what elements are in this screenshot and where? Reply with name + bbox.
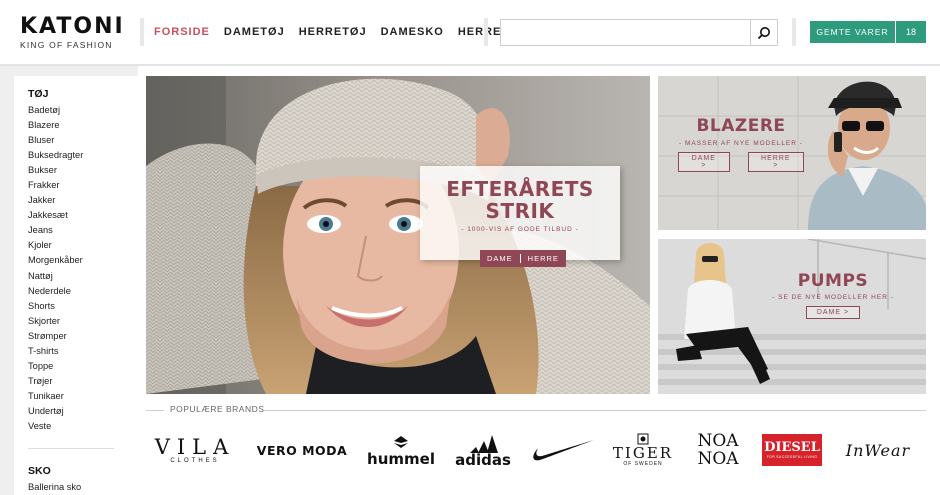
nav-dametoj[interactable]: DAMETØJ <box>224 26 285 38</box>
brand-tiger[interactable]: TIGER OF SWEDEN <box>608 425 678 475</box>
brand-nike[interactable] <box>530 425 596 475</box>
brand-inwear[interactable]: InWear <box>836 425 920 475</box>
brand-diesel[interactable]: DIESEL FOR SUCCESSFUL LIVING <box>760 425 824 475</box>
sidebar-heading-sko[interactable]: SKO <box>28 465 138 477</box>
pumps-button-group: DAME > <box>768 306 898 319</box>
sidebar-item-toj-14[interactable]: Skjorter <box>28 314 138 329</box>
pumps-promo-tile[interactable]: PUMPS - SE DE NYE MODELLER HER - DAME > <box>658 239 926 394</box>
hero-banner[interactable]: EFTERÅRETS STRIK - 1000-VIS AF GODE TILB… <box>146 76 650 394</box>
sidebar-list-sko: Ballerina sko <box>28 480 138 495</box>
sidebar-list-toj: Badetøj Blazere Bluser Buksedragter Bukser Fr… <box>28 103 138 434</box>
sidebar-item-toj-7[interactable]: Jakkesæt <box>28 208 138 223</box>
brand-noa-noa-name: NOA NOA <box>697 431 739 469</box>
brand-tiger-sub: OF SWEDEN <box>623 461 663 467</box>
search-input[interactable] <box>501 20 751 45</box>
brand-adidas-name: adidas <box>455 450 511 469</box>
brand-tiger-name: TIGER <box>612 444 674 462</box>
brand-diesel-name: DIESEL <box>764 440 820 455</box>
saved-items-count[interactable]: 18 <box>896 21 926 43</box>
brand-vila-name: VILA <box>154 434 236 459</box>
sidebar-item-toj-12[interactable]: Nederdele <box>28 284 138 299</box>
sidebar-item-toj-19[interactable]: Tunikaer <box>28 389 138 404</box>
brand-vila-sub: CLOTHES <box>170 457 220 464</box>
brand-hummel-name: hummel <box>367 449 435 468</box>
sidebar-item-toj-2[interactable]: Bluser <box>28 133 138 148</box>
hero-dame-button[interactable]: DAME <box>487 254 513 263</box>
nav-forside[interactable]: FORSIDE <box>154 26 210 38</box>
brands-header: POPULÆRE BRANDS <box>146 404 926 416</box>
hero-herre-button[interactable]: HERRE <box>528 254 559 263</box>
hero-button-separator <box>519 254 521 263</box>
sidebar-item-toj-3[interactable]: Buksedragter <box>28 148 138 163</box>
nav-herretoj[interactable]: HERRETØJ <box>299 26 367 38</box>
sidebar-item-toj-11[interactable]: Nattøj <box>28 269 138 284</box>
main-nav: FORSIDE DAMETØJ HERRETØJ DAMESKO HERRESK… <box>154 26 528 38</box>
sidebar-item-toj-18[interactable]: Trøjer <box>28 374 138 389</box>
search-icon <box>757 26 770 39</box>
category-sidebar: TØJ Badetøj Blazere Bluser Buksedragter Buks… <box>14 76 138 495</box>
brand-inwear-name: InWear <box>845 440 911 460</box>
sidebar-item-toj-13[interactable]: Shorts <box>28 299 138 314</box>
brand-vero-moda[interactable]: VERO MODA <box>252 425 352 475</box>
blazer-title: BLAZERE <box>696 116 786 136</box>
header-divider <box>140 18 144 46</box>
brand-vero-moda-name: VERO MODA <box>256 442 348 458</box>
brand-diesel-sub: FOR SUCCESSFUL LIVING <box>766 455 818 459</box>
logo-tagline: KING OF FASHION <box>20 40 113 50</box>
blazer-herre-button[interactable]: HERRE > <box>747 152 804 172</box>
blazer-promo-tile[interactable]: BLAZERE - MASSER AF NYE MODELLER - DAME … <box>658 76 926 230</box>
brand-noa-noa[interactable]: NOA NOA <box>690 425 746 475</box>
sidebar-item-toj-6[interactable]: Jakker <box>28 193 138 208</box>
pumps-promo-text: PUMPS - SE DE NYE MODELLER HER - DAME > <box>768 271 898 319</box>
brands-heading: POPULÆRE BRANDS <box>170 404 265 414</box>
hero-title-line1: EFTERÅRETS <box>446 177 594 201</box>
brand-vila[interactable]: VILA CLOTHES <box>152 425 238 475</box>
site-header: KATONI KING OF FASHION FORSIDE DAMETØJ H… <box>0 0 940 66</box>
search-button[interactable] <box>750 20 777 45</box>
header-divider <box>792 18 796 46</box>
sidebar-item-toj-4[interactable]: Bukser <box>28 163 138 178</box>
blazer-dame-button[interactable]: DAME > <box>678 152 730 172</box>
sidebar-item-toj-10[interactable]: Morgenkåber <box>28 253 138 268</box>
brands-divider-left <box>146 410 164 411</box>
sidebar-item-toj-15[interactable]: Strømper <box>28 329 138 344</box>
brand-adidas[interactable]: adidas <box>451 425 515 475</box>
blazer-promo-text: BLAZERE - MASSER AF NYE MODELLER - DAME … <box>678 116 804 172</box>
search-box <box>500 19 778 46</box>
sidebar-item-toj-16[interactable]: T-shirts <box>28 344 138 359</box>
sidebar-item-toj-1[interactable]: Blazere <box>28 118 138 133</box>
sidebar-item-toj-17[interactable]: Toppe <box>28 359 138 374</box>
brand-hummel[interactable]: hummel <box>367 425 435 475</box>
hero-promo-box: EFTERÅRETS STRIK - 1000-VIS AF GODE TILB… <box>420 166 620 260</box>
site-logo[interactable]: KATONI KING OF FASHION <box>20 14 125 51</box>
sidebar-item-toj-0[interactable]: Badetøj <box>28 103 138 118</box>
blazer-subtitle: - MASSER AF NYE MODELLER - <box>679 140 803 147</box>
pumps-subtitle: - SE DE NYE MODELLER HER - <box>772 294 894 301</box>
nike-swoosh-icon <box>533 440 594 461</box>
brand-diesel-badge: DIESEL FOR SUCCESSFUL LIVING <box>762 434 822 466</box>
sidebar-divider <box>28 448 114 450</box>
blazer-button-group: DAME > HERRE > <box>678 152 804 172</box>
hero-button-group: DAME HERRE <box>480 250 566 267</box>
header-divider <box>484 18 488 46</box>
sidebar-item-toj-21[interactable]: Veste <box>28 419 138 434</box>
sidebar-item-toj-9[interactable]: Kjoler <box>28 238 138 253</box>
sidebar-heading-toj[interactable]: TØJ <box>28 88 138 100</box>
hummel-logo-icon <box>394 435 408 448</box>
sidebar-item-toj-8[interactable]: Jeans <box>28 223 138 238</box>
hero-title-line2: STRIK <box>485 199 555 223</box>
brands-row: VILA CLOTHES VERO MODA hummel adidas TIG… <box>146 425 926 475</box>
hero-subtitle: - 1000-VIS AF GODE TILBUD - <box>461 226 579 233</box>
pumps-dame-button[interactable]: DAME > <box>805 306 861 319</box>
sidebar-item-sko-0[interactable]: Ballerina sko <box>28 480 138 495</box>
adidas-stripes-icon <box>470 434 498 453</box>
nav-damesko[interactable]: DAMESKO <box>381 26 444 38</box>
saved-items-button[interactable]: GEMTE VARER <box>810 21 895 43</box>
brands-divider-right <box>264 410 926 411</box>
sidebar-item-toj-5[interactable]: Frakker <box>28 178 138 193</box>
pumps-title: PUMPS <box>797 271 869 291</box>
sidebar-item-toj-20[interactable]: Undertøj <box>28 404 138 419</box>
logo-wordmark: KATONI <box>20 14 125 39</box>
